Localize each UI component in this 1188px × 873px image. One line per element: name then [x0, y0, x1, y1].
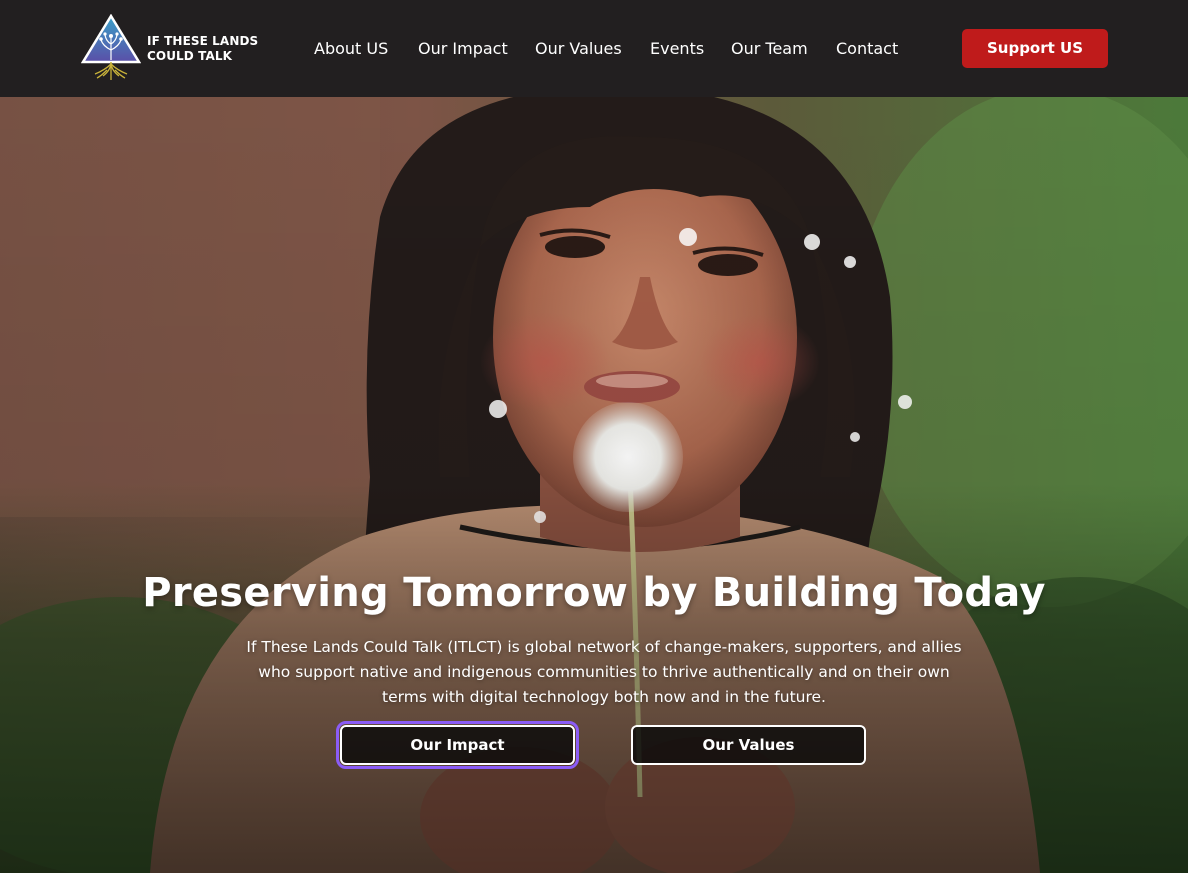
support-us-button[interactable]: Support US — [962, 29, 1108, 68]
nav-our-team[interactable]: Our Team — [731, 39, 808, 59]
nav-contact[interactable]: Contact — [836, 39, 898, 59]
triangle-tree-logo-icon — [81, 14, 141, 80]
site-header: IF THESE LANDS COULD TALK About US Our I… — [0, 0, 1188, 97]
nav-our-impact[interactable]: Our Impact — [418, 39, 508, 59]
our-values-button[interactable]: Our Values — [631, 725, 866, 765]
hero-overlay — [0, 97, 1188, 873]
logo-wordmark: IF THESE LANDS COULD TALK — [147, 34, 258, 64]
our-impact-button[interactable]: Our Impact — [336, 721, 579, 769]
nav-events[interactable]: Events — [650, 39, 704, 59]
logo-line-2: COULD TALK — [147, 49, 233, 63]
logo-line-1: IF THESE LANDS — [147, 34, 259, 48]
hero-headline: Preserving Tomorrow by Building Today — [142, 570, 1046, 616]
hero-section: Preserving Tomorrow by Building Today If… — [0, 97, 1188, 873]
nav-our-values[interactable]: Our Values — [535, 39, 622, 59]
hero-description: If These Lands Could Talk (ITLCT) is glo… — [246, 638, 962, 706]
site-logo[interactable]: IF THESE LANDS COULD TALK — [81, 14, 261, 82]
nav-about-us[interactable]: About US — [314, 39, 388, 59]
